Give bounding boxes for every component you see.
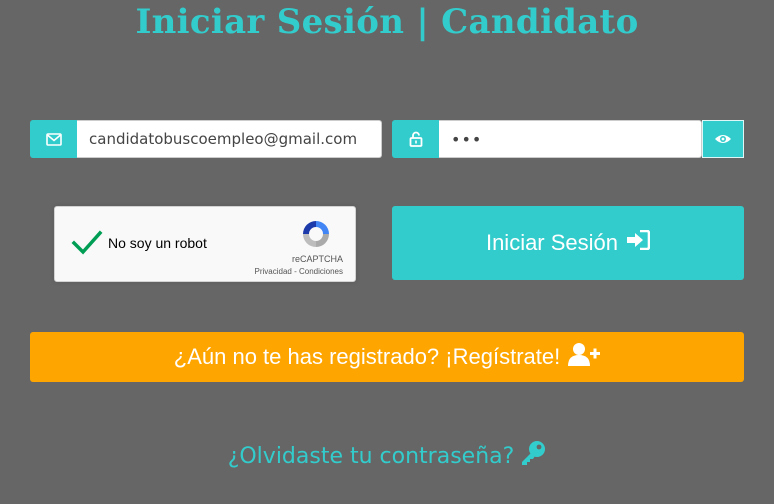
forgot-password-label: ¿Olvidaste tu contraseña? bbox=[227, 443, 515, 469]
recaptcha-links[interactable]: Privacidad - Condiciones bbox=[255, 267, 344, 276]
sign-in-icon bbox=[626, 229, 651, 256]
email-input[interactable] bbox=[77, 120, 382, 158]
email-group bbox=[30, 120, 382, 158]
register-button[interactable]: ¿Aún no te has registrado? ¡Regístrate! bbox=[30, 332, 744, 382]
unlock-icon bbox=[392, 120, 439, 158]
recaptcha-widget: No soy un robot reCAPTCHA Privacidad - C… bbox=[54, 206, 356, 282]
user-plus-icon bbox=[568, 342, 601, 372]
recaptcha-logo-icon bbox=[299, 217, 333, 251]
login-button-label: Iniciar Sesión bbox=[485, 230, 619, 255]
key-icon bbox=[520, 440, 546, 472]
captcha-label: No soy un robot bbox=[108, 235, 207, 251]
page-title: Iniciar Sesión | Candidato bbox=[135, 2, 639, 42]
login-button[interactable]: Iniciar Sesión bbox=[392, 206, 744, 280]
envelope-icon bbox=[30, 120, 77, 158]
password-group bbox=[392, 120, 744, 158]
eye-icon[interactable] bbox=[702, 120, 744, 158]
forgot-password-link[interactable]: ¿Olvidaste tu contraseña? bbox=[0, 440, 774, 472]
password-input[interactable] bbox=[439, 120, 702, 158]
check-icon[interactable] bbox=[71, 229, 103, 257]
register-button-label: ¿Aún no te has registrado? ¡Regístrate! bbox=[173, 344, 561, 369]
recaptcha-brand: reCAPTCHA bbox=[291, 254, 343, 264]
